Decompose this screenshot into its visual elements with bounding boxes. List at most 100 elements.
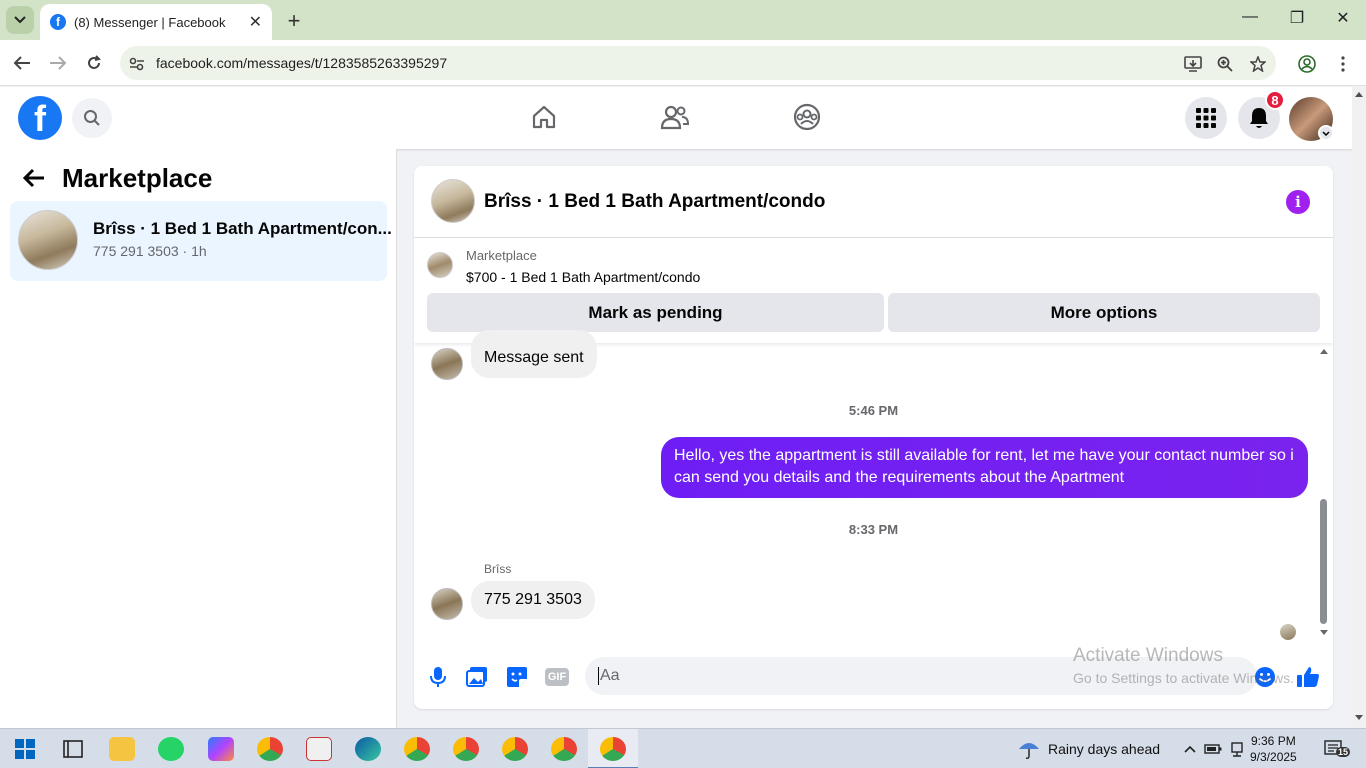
zoom-icon[interactable] [1216,55,1234,73]
menu-grid-button[interactable] [1185,97,1227,139]
umbrella-icon[interactable] [1016,737,1042,761]
browser-tab-bar: f (8) Messenger | Facebook ✕ + — ❐ ✕ [0,0,1366,40]
sender-avatar [431,348,463,380]
reload-icon [88,55,101,69]
groups-icon [793,103,821,131]
message-bubble-incoming: Message sent [471,330,597,378]
chrome-profile-icon[interactable] [453,737,479,761]
message-bubble-outgoing: Hello, yes the appartment is still avail… [661,437,1308,498]
message-list[interactable]: Message sent 5:46 PM Hello, yes the appa… [414,330,1333,644]
listing-card: Marketplace $700 - 1 Bed 1 Bath Apartmen… [414,239,1333,343]
like-button[interactable] [1296,665,1320,689]
minimize-button[interactable]: — [1238,8,1262,26]
conversation-preview: 775 291 3503 · 1h [93,243,207,259]
chat-title[interactable]: Brîss · 1 Bed 1 Bath Apartment/condo [484,191,825,213]
sticker-icon [507,667,527,687]
account-chevron-icon[interactable] [1318,125,1334,141]
whatsapp-icon[interactable] [158,737,184,761]
watermark-subtitle: Go to Settings to activate Windows. [1073,670,1294,686]
watermark-title: Activate Windows [1073,645,1223,666]
copilot-icon[interactable] [208,737,234,761]
system-clock[interactable]: 9:36 PM 9/3/2025 [1250,733,1297,765]
chrome-icon[interactable] [257,737,283,761]
tab-search-button[interactable] [6,6,34,34]
arrow-right-icon [50,56,67,70]
browser-menu-icon[interactable] [1334,55,1352,73]
mark-as-pending-button[interactable]: Mark as pending [427,293,884,332]
photo-icon [466,667,487,687]
back-button[interactable] [11,52,33,74]
chrome-profile-icon[interactable] [502,737,528,761]
gif-icon: GIF [544,668,570,686]
listing-price-title[interactable]: $700 - 1 Bed 1 Bath Apartment/condo [466,269,700,285]
edge-icon[interactable] [355,737,381,761]
info-icon[interactable]: i [1286,190,1310,214]
listing-label: Marketplace [466,248,537,263]
windows-activation-watermark: Activate Windows Go to Settings to activ… [1073,645,1294,686]
windows-logo-icon [15,739,35,759]
notification-center-button[interactable]: 15 [1322,737,1351,761]
clock-date: 9/3/2025 [1250,750,1297,764]
home-icon [532,105,556,129]
message-timestamp: 8:33 PM [848,522,899,537]
weather-text[interactable]: Rainy days ahead [1048,741,1160,757]
tab-close-icon[interactable]: ✕ [249,12,262,32]
file-explorer-icon[interactable] [109,737,135,761]
bookmark-star-icon[interactable] [1249,55,1267,73]
tab-title: (8) Messenger | Facebook [74,14,226,30]
thumbs-up-icon [1297,667,1319,687]
site-settings-icon[interactable] [128,55,146,73]
chat-header: Brîss · 1 Bed 1 Bath Apartment/condo i [414,166,1333,238]
marketplace-inbox-panel: Marketplace Brîss · 1 Bed 1 Bath Apartme… [0,149,397,728]
install-app-icon[interactable] [1184,55,1202,73]
facebook-logo-icon[interactable]: f [18,96,62,140]
chrome-profile-icon[interactable] [404,737,430,761]
grid-icon [1196,108,1216,128]
profile-icon[interactable] [1298,55,1316,73]
facebook-header: f 8 [0,87,1352,149]
address-bar[interactable]: facebook.com/messages/t/1283585263395297 [120,46,1276,80]
search-button[interactable] [72,98,112,138]
search-icon [84,110,100,126]
arrow-left-icon [13,56,30,70]
message-timestamp: 5:46 PM [848,403,899,418]
listing-thumbnail [18,210,78,270]
scrollbar-thumb[interactable] [1320,499,1327,624]
message-placeholder: Aa [598,667,620,685]
task-view-button[interactable] [60,737,86,761]
reload-button[interactable] [83,52,105,74]
voice-clip-button[interactable] [426,665,450,689]
friends-tab[interactable] [659,101,691,133]
forward-button[interactable] [47,52,69,74]
more-options-button[interactable]: More options [888,293,1320,332]
groups-tab[interactable] [791,101,823,133]
chrome-profile-icon[interactable] [551,737,577,761]
chevron-down-icon [14,16,26,24]
conversation-item[interactable]: Brîss · 1 Bed 1 Bath Apartment/con... 77… [10,201,392,281]
chat-avatar[interactable] [431,179,475,223]
attach-photo-button[interactable] [465,665,489,689]
seen-indicator-avatar [1280,624,1296,640]
message-bubble-incoming: 775 291 3503 [471,581,595,619]
start-button[interactable] [12,737,38,761]
home-tab[interactable] [528,101,560,133]
new-tab-button[interactable]: + [282,8,306,34]
network-icon[interactable] [1224,737,1250,761]
url-text: facebook.com/messages/t/1283585263395297 [156,55,448,71]
paint-icon[interactable] [306,737,332,761]
notification-count: 15 [1336,747,1351,757]
listing-small-thumbnail[interactable] [427,252,453,278]
facebook-favicon-icon: f [50,14,66,30]
gif-button[interactable]: GIF [544,665,570,689]
task-view-icon [63,740,83,758]
conversation-name: Brîss · 1 Bed 1 Bath Apartment/con... [93,219,392,238]
battery-icon[interactable] [1200,737,1226,761]
back-arrow-button[interactable] [22,167,48,191]
chrome-profile-icon[interactable] [600,737,626,761]
close-window-button[interactable]: ✕ [1331,8,1355,28]
page-scrollbar[interactable] [1352,87,1366,728]
sticker-button[interactable] [505,665,529,689]
browser-tab[interactable]: f (8) Messenger | Facebook ✕ [40,4,272,40]
restore-button[interactable]: ❐ [1285,8,1309,28]
clock-time: 9:36 PM [1251,734,1296,748]
